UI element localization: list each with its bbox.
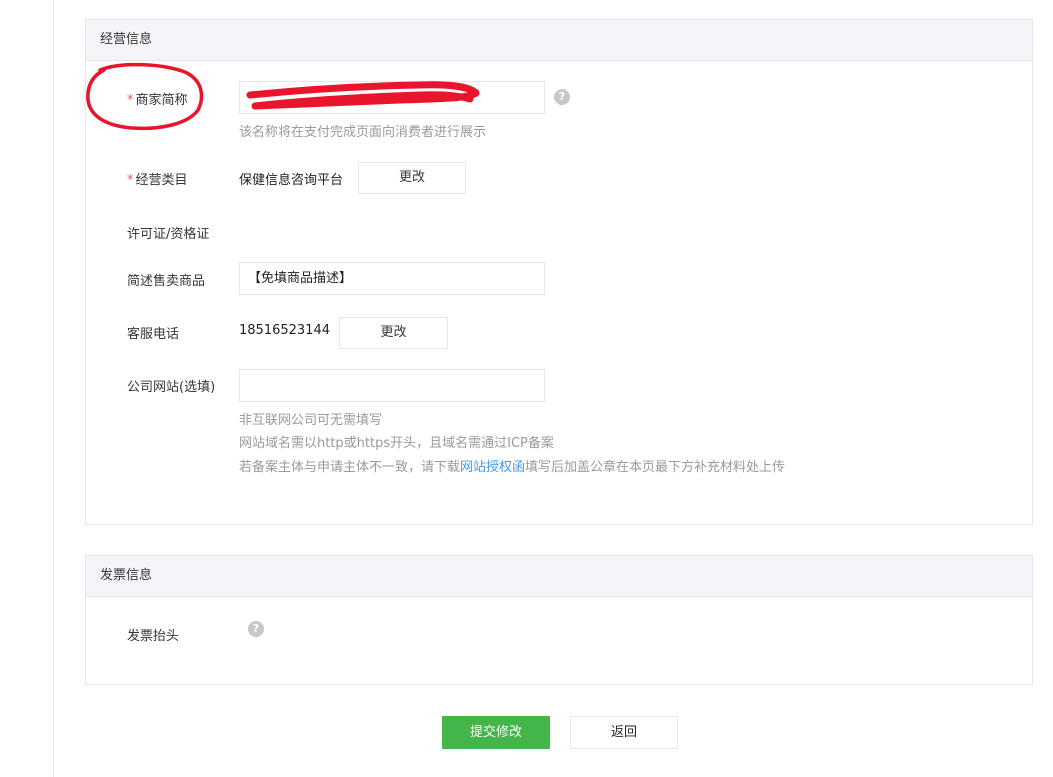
business-category-label-text: 经营类目	[135, 173, 188, 188]
change-category-button[interactable]: 更改	[358, 162, 466, 194]
change-phone-button[interactable]: 更改	[339, 317, 448, 349]
business-info-section: 经营信息 * 商家简称 ? 该名称将在支付完成页面向消费者进行展示 * 经营类目 保…	[85, 19, 1033, 525]
left-divider	[53, 0, 54, 777]
goods-description-input[interactable]: 【免填商品描述】	[239, 262, 545, 295]
website-hint-3-prefix: 若备案主体与申请主体不一致，请下载	[239, 460, 461, 475]
required-mark: *	[127, 173, 134, 188]
merchant-name-hint: 该名称将在支付完成页面向消费者进行展示	[239, 125, 487, 140]
license-label: 许可证/资格证	[127, 227, 210, 242]
invoice-title-label: 发票抬头	[127, 629, 180, 644]
company-website-label: 公司网站(选填)	[127, 380, 216, 395]
merchant-name-label-text: 商家简称	[135, 93, 188, 108]
merchant-name-label: * 商家简称	[127, 89, 188, 108]
business-category-label: * 经营类目	[127, 169, 188, 188]
question-mark-icon[interactable]: ?	[554, 89, 570, 105]
invoice-info-section: 发票信息 发票抬头 ?	[85, 555, 1033, 685]
service-phone-value: 18516523144	[239, 323, 330, 338]
website-hint-3: 若备案主体与申请主体不一致，请下载网站授权函填写后加盖公章在本页最下方补充材料处…	[239, 456, 785, 475]
goods-description-label: 简述售卖商品	[127, 274, 206, 289]
submit-changes-button[interactable]: 提交修改	[442, 716, 550, 749]
website-hint-1: 非互联网公司可无需填写	[239, 413, 383, 428]
invoice-info-header: 发票信息	[86, 556, 1032, 597]
required-mark: *	[127, 93, 134, 108]
back-button[interactable]: 返回	[570, 716, 678, 749]
website-hint-3-suffix: 填写后加盖公章在本页最下方补充材料处上传	[525, 460, 786, 475]
company-website-input[interactable]	[239, 369, 545, 402]
business-info-header: 经营信息	[86, 20, 1032, 61]
website-authorization-link[interactable]: 网站授权函	[460, 460, 525, 475]
question-mark-icon[interactable]: ?	[248, 621, 264, 637]
service-phone-label: 客服电话	[127, 327, 180, 342]
merchant-name-input[interactable]	[239, 81, 545, 114]
website-hint-2: 网站域名需以http或https开头，且域名需通过ICP备案	[239, 436, 554, 451]
business-category-value: 保健信息咨询平台	[239, 173, 344, 188]
